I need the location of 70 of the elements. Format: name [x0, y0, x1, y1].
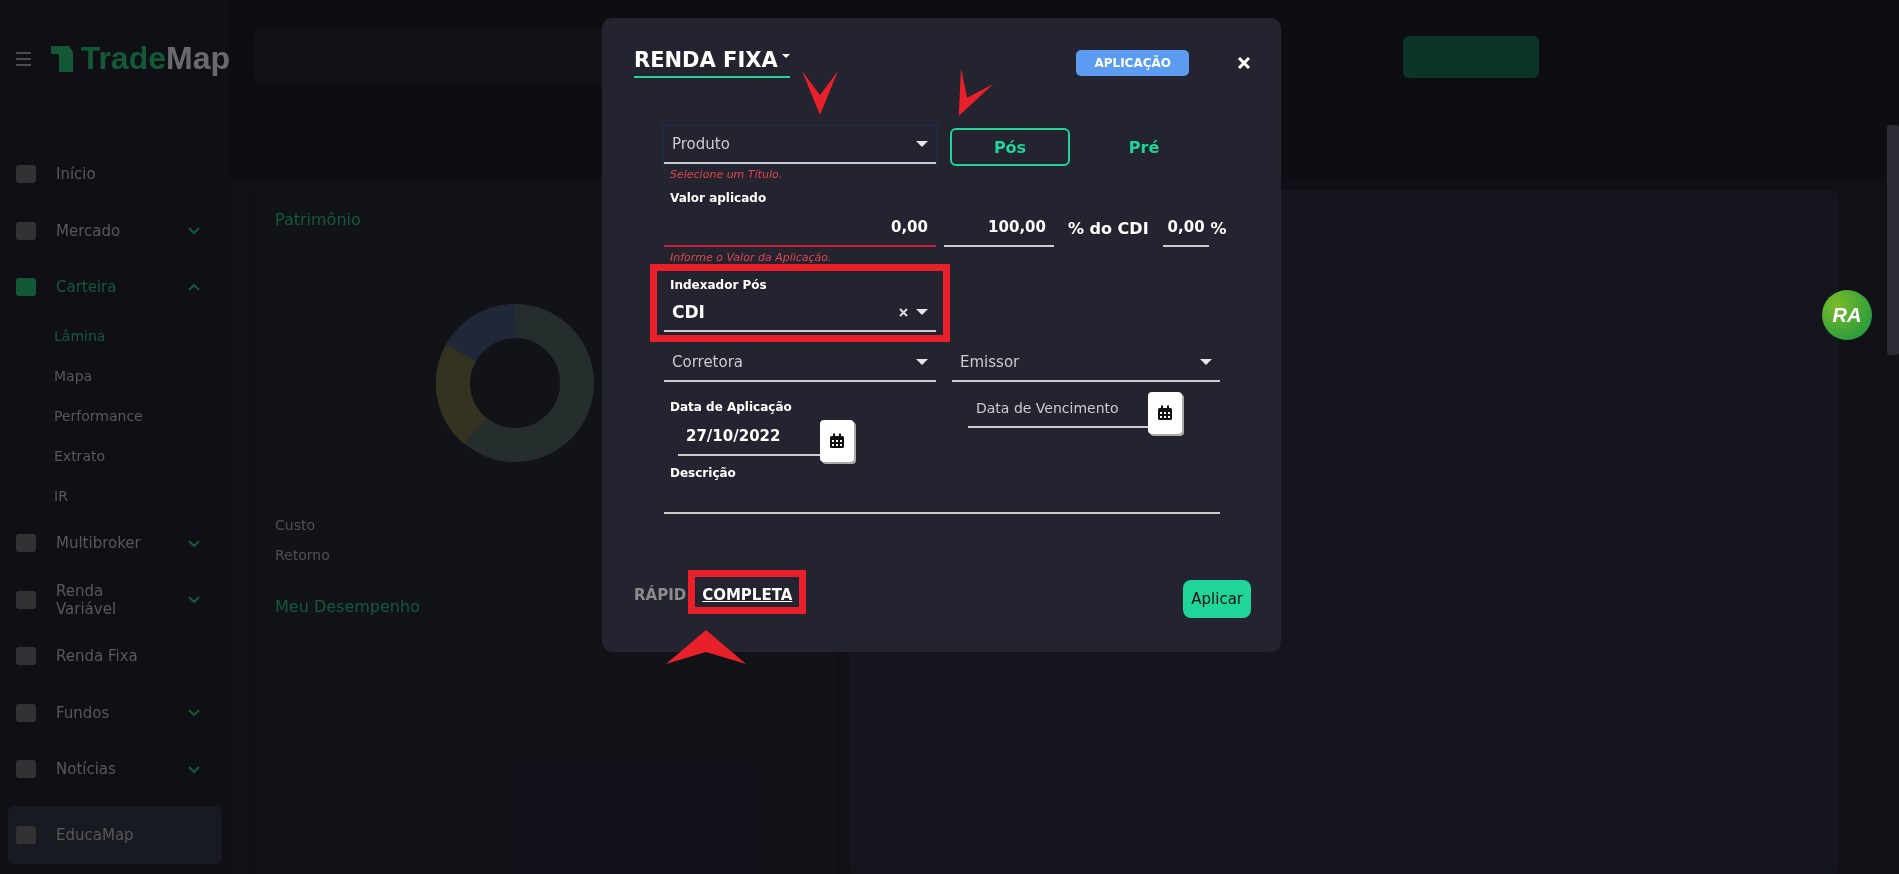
calendar-button[interactable]	[820, 420, 854, 462]
menu-item-icon[interactable]	[16, 590, 36, 609]
sidebar-item[interactable]: Renda Variável	[8, 580, 222, 620]
field-label: Valor aplicado	[669, 190, 768, 207]
select-field[interactable]: Corretora	[664, 344, 936, 382]
menu-item-icon[interactable]	[16, 534, 36, 553]
toggle-button[interactable]: Pré	[1084, 128, 1204, 166]
unit-label: % do CDI	[1067, 218, 1150, 240]
select-field[interactable]: Produto	[664, 126, 936, 164]
caret-icon[interactable]	[781, 54, 790, 58]
apply-button[interactable]: Aplicar	[1183, 580, 1251, 618]
menu-icon[interactable]	[16, 51, 32, 66]
type-badge: APLICAÇÃO	[1076, 50, 1189, 76]
menu-item-icon[interactable]	[16, 826, 36, 845]
chevron-icon[interactable]	[188, 708, 200, 718]
sidebar-item[interactable]: Mercado	[8, 211, 222, 250]
submenu-item[interactable]: Mapa	[0, 356, 230, 397]
submenu-item[interactable]: Lâmina	[0, 316, 230, 357]
menu-item-icon[interactable]	[16, 760, 36, 779]
sidebar-item[interactable]: Carteira	[8, 267, 222, 307]
field-label: Data de Aplicação	[669, 399, 793, 416]
sidebar-item[interactable]: Início	[8, 155, 222, 194]
menu-item-icon[interactable]	[16, 221, 36, 240]
input-field[interactable]: 100,00	[944, 209, 1054, 247]
sidebar-item[interactable]: Multibroker	[8, 524, 222, 563]
chevron-icon[interactable]	[188, 764, 200, 774]
select-field[interactable]: CDI	[664, 294, 936, 332]
menu-item-icon[interactable]	[16, 278, 36, 297]
mode-tab[interactable]: RÁPID	[634, 580, 687, 604]
menu-item-icon[interactable]	[16, 647, 36, 666]
sidebar-item[interactable]: EducaMap	[8, 806, 222, 864]
calendar-button[interactable]	[1148, 392, 1182, 434]
caret-icon[interactable]	[916, 359, 928, 365]
section-title: Meu Desempenho	[275, 597, 420, 616]
scrollbar[interactable]	[1887, 125, 1899, 355]
chevron-icon[interactable]	[188, 538, 200, 548]
caret-icon[interactable]	[1200, 359, 1212, 365]
close-icon[interactable]	[1237, 56, 1251, 70]
input-field[interactable]: 0,00	[664, 209, 936, 247]
input-field[interactable]: 0,00	[1162, 209, 1209, 247]
field-label: Indexador Pós	[669, 277, 768, 294]
sidebar-item[interactable]: Renda Fixa	[8, 637, 222, 676]
mode-tab[interactable]: COMPLETA	[702, 580, 793, 604]
calendar-icon[interactable]	[1157, 405, 1173, 421]
card-title: Patrimônio	[275, 210, 361, 229]
chevron-icon[interactable]	[188, 595, 200, 605]
row-label: Retorno	[275, 547, 330, 563]
caret-icon[interactable]	[916, 309, 928, 315]
chevron-icon[interactable]	[188, 282, 200, 292]
submenu-item[interactable]: Extrato	[0, 436, 230, 477]
unit-label: %	[1209, 218, 1228, 240]
clear-icon[interactable]	[899, 307, 908, 317]
select-field[interactable]: Emissor	[952, 344, 1220, 382]
submenu-item[interactable]: IR	[0, 476, 230, 517]
sidebar-item[interactable]: Notícias	[8, 749, 222, 789]
field-label: Descrição	[669, 465, 737, 482]
calendar-icon[interactable]	[829, 433, 845, 449]
logo-icon	[49, 43, 75, 74]
menu-item-icon[interactable]	[16, 703, 36, 722]
error-text: Selecione um Título.	[669, 167, 784, 181]
row-label: Custo	[275, 517, 315, 533]
chevron-icon[interactable]	[188, 226, 200, 236]
toggle-button[interactable]: Pós	[950, 128, 1070, 166]
dialog-title[interactable]: RENDA FIXA	[634, 48, 790, 78]
sidebar-item[interactable]: Fundos	[8, 693, 222, 732]
menu-item-icon[interactable]	[16, 165, 36, 184]
submenu-item[interactable]: Performance	[0, 396, 230, 437]
error-text: Informe o Valor da Aplicação.	[669, 250, 833, 264]
logo: TradeMap	[80, 40, 230, 77]
caret-icon[interactable]	[916, 141, 928, 147]
